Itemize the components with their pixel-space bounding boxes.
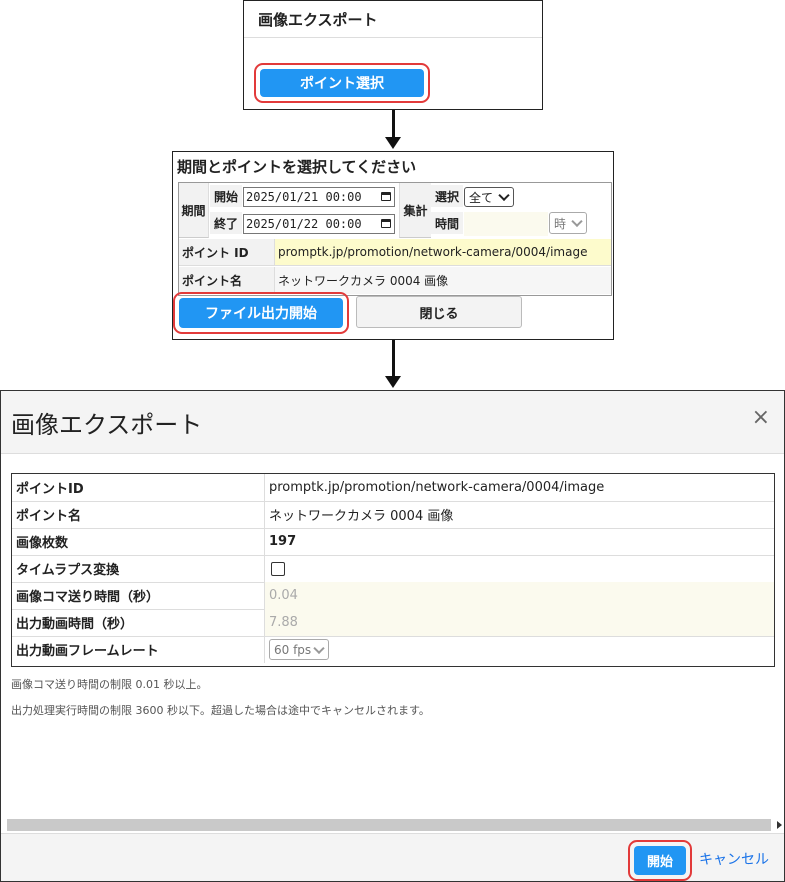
highlight-frame: ファイル出力開始 (173, 292, 349, 334)
row-label: ポイント名 (12, 501, 265, 528)
divider (244, 37, 542, 38)
table-row: 画像コマ送り時間（秒） 0.04 (12, 582, 774, 610)
select-point-button[interactable]: ポイント選択 (260, 69, 424, 97)
period-point-grid: 期間 開始 終了 2025/01/21 00:00 2025/01/22 00:… (178, 182, 612, 296)
flow-arrow-line (392, 110, 395, 138)
start-label: 開始 (210, 185, 242, 207)
chevron-down-icon (313, 642, 325, 654)
image-export-dialog: 画像エクスポート × ポイントID promptk.jp/promotion/n… (0, 390, 785, 882)
row-label: 出力動画時間（秒） (12, 609, 265, 636)
time-field[interactable] (464, 212, 548, 236)
calendar-icon[interactable] (381, 192, 391, 201)
processing-time-note: 出力処理実行時間の制限 3600 秒以下。超過した場合は途中でキャンセルされます… (11, 704, 430, 717)
dialog-header: 画像エクスポート × (1, 391, 784, 454)
end-datetime-value: 2025/01/22 00:00 (246, 217, 362, 231)
chevron-down-icon (498, 189, 510, 202)
framerate-value: 60 fps (274, 642, 312, 657)
row-label: ポイントID (12, 474, 265, 501)
table-row: 出力動画フレームレート 60 fps (12, 636, 774, 663)
chevron-down-icon (571, 215, 583, 228)
point-id-value[interactable]: promptk.jp/promotion/network-camera/0004… (275, 239, 611, 266)
file-output-start-button[interactable]: ファイル出力開始 (179, 298, 343, 328)
end-datetime-input[interactable]: 2025/01/22 00:00 (243, 214, 395, 234)
arrow-down-icon (385, 137, 401, 149)
table-row: 出力動画時間（秒） 7.88 (12, 609, 774, 637)
aggregate-label: 集計 (399, 183, 431, 238)
time-unit-select[interactable]: 時 (549, 212, 587, 234)
row-label: 画像コマ送り時間（秒） (12, 582, 265, 609)
dialog-title: 画像エクスポート (11, 411, 203, 439)
timelapse-checkbox[interactable] (271, 561, 285, 576)
highlight-frame: ポイント選択 (254, 63, 430, 103)
start-datetime-value: 2025/01/21 00:00 (246, 190, 362, 204)
arrow-down-icon (385, 376, 401, 388)
time-unit-value: 時 (554, 216, 567, 231)
horizontal-scrollbar[interactable] (7, 819, 771, 831)
point-name-value: ネットワークカメラ 0004 画像 (275, 267, 611, 294)
aggregate-select[interactable]: 全て (464, 187, 514, 207)
table-row: タイムラプス変換 (12, 555, 774, 583)
row-label: タイムラプス変換 (12, 555, 265, 582)
export-panel-small: 画像エクスポート ポイント選択 (243, 0, 543, 110)
aggregate-select-value: 全て (469, 190, 494, 205)
flow-arrow-line (392, 340, 395, 377)
highlight-frame: 開始 (628, 840, 692, 881)
point-name-value: ネットワークカメラ 0004 画像 (269, 509, 454, 524)
point-name-label: ポイント名 (179, 267, 275, 294)
export-settings-table: ポイントID promptk.jp/promotion/network-came… (11, 473, 775, 667)
period-label: 期間 (179, 183, 209, 238)
calendar-icon[interactable] (381, 219, 391, 228)
start-button[interactable]: 開始 (634, 846, 686, 875)
point-id-label: ポイント ID (179, 239, 275, 266)
start-datetime-input[interactable]: 2025/01/21 00:00 (243, 187, 395, 207)
frame-interval-input[interactable]: 0.04 (265, 582, 774, 609)
video-duration-input[interactable]: 7.88 (265, 609, 774, 636)
table-row: 画像枚数 197 (12, 528, 774, 556)
timelapse-cell (265, 555, 774, 582)
table-row: ポイントID promptk.jp/promotion/network-came… (12, 474, 774, 502)
row-label: 画像枚数 (12, 528, 265, 555)
close-button[interactable]: 閉じる (356, 296, 522, 328)
scroll-right-icon[interactable] (777, 821, 782, 829)
cancel-link[interactable]: キャンセル (699, 849, 769, 869)
image-count-value: 197 (269, 534, 297, 549)
time-label: 時間 (431, 212, 463, 234)
point-select-panel: 期間とポイントを選択してください 期間 開始 終了 2025/01/21 00:… (172, 151, 614, 340)
close-icon[interactable]: × (752, 405, 770, 430)
select-label: 選択 (431, 185, 463, 207)
framerate-cell: 60 fps (265, 636, 774, 663)
end-label: 終了 (210, 212, 242, 234)
table-row: ポイント名 ネットワークカメラ 0004 画像 (12, 501, 774, 529)
panel-title: 画像エクスポート (258, 11, 378, 29)
framerate-select[interactable]: 60 fps (269, 639, 329, 660)
point-id-value: promptk.jp/promotion/network-camera/0004… (269, 480, 605, 495)
frame-interval-note: 画像コマ送り時間の制限 0.01 秒以上。 (11, 678, 208, 691)
row-label: 出力動画フレームレート (12, 636, 265, 663)
panel-title: 期間とポイントを選択してください (177, 158, 417, 176)
